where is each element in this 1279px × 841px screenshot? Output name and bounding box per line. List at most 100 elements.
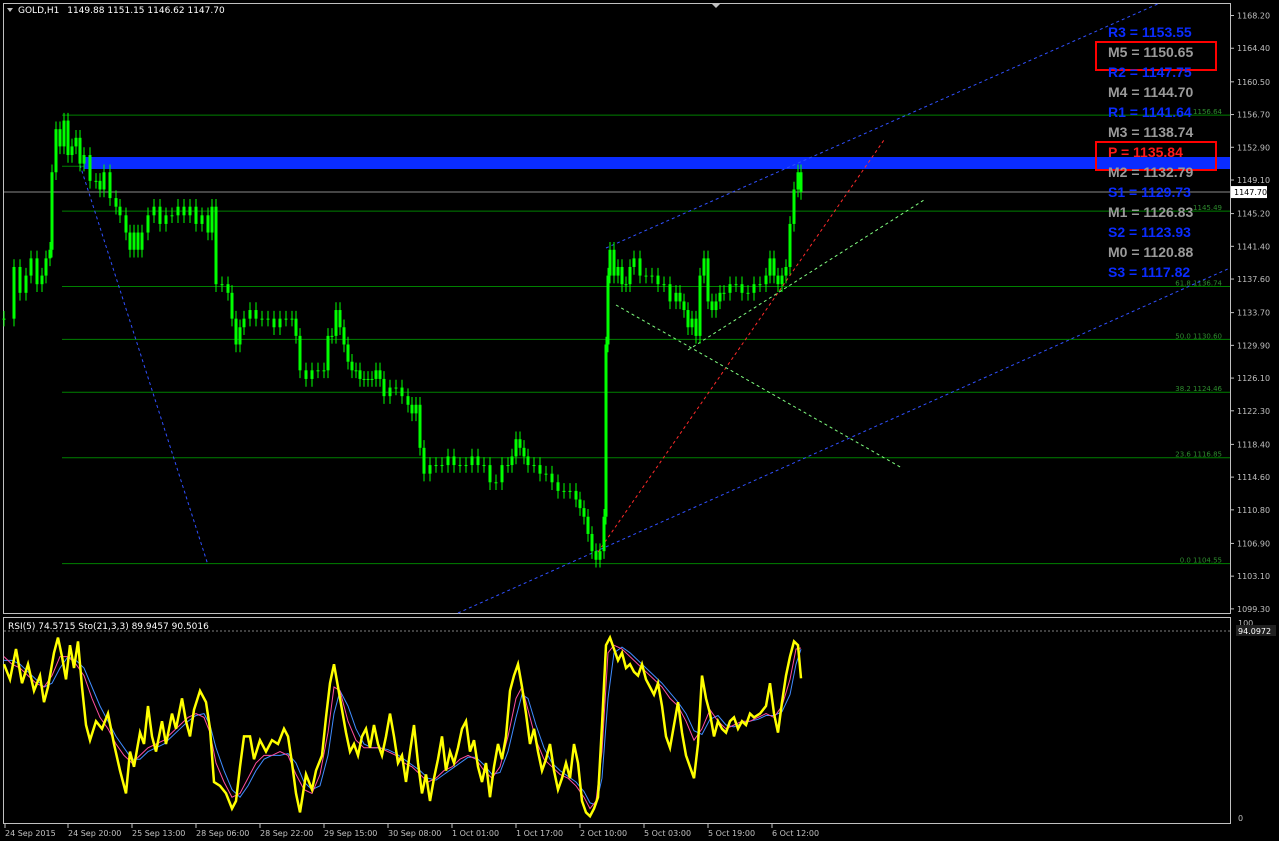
candle-body bbox=[304, 370, 308, 379]
candle-body bbox=[298, 335, 302, 371]
y-axis-label: 1156.70 bbox=[1237, 111, 1270, 120]
pivot-level-label: M0 = 1120.88 bbox=[1108, 244, 1193, 260]
candle-body bbox=[532, 465, 536, 467]
candle-body bbox=[330, 335, 334, 337]
candle-body bbox=[44, 258, 48, 276]
candle-body bbox=[598, 551, 602, 560]
candle-body bbox=[54, 129, 58, 173]
candle-body bbox=[88, 155, 92, 181]
x-axis-label: 25 Sep 13:00 bbox=[132, 829, 185, 838]
candle-body bbox=[470, 456, 474, 466]
fib-level-label: 50.0 1130.60 bbox=[1175, 332, 1222, 340]
candle-body bbox=[428, 465, 432, 474]
x-axis-label: 28 Sep 22:00 bbox=[260, 829, 313, 838]
candle-body bbox=[170, 215, 174, 217]
candle-body bbox=[734, 284, 738, 286]
pivot-level-label: M1 = 1126.83 bbox=[1108, 204, 1193, 220]
candle-body bbox=[574, 490, 578, 500]
ohlc-values: 1149.88 1151.15 1146.62 1147.70 bbox=[67, 6, 225, 16]
candle-body bbox=[758, 284, 762, 286]
candle-body bbox=[632, 258, 636, 267]
x-axis-label: 1 Oct 17:00 bbox=[516, 829, 563, 838]
candle-body bbox=[66, 120, 70, 156]
candle-body bbox=[446, 456, 450, 466]
pivot-level-label: S1 = 1129.73 bbox=[1108, 184, 1191, 200]
x-axis-label: 5 Oct 19:00 bbox=[708, 829, 755, 838]
x-axis-label: 28 Sep 06:00 bbox=[196, 829, 249, 838]
candle-body bbox=[50, 172, 54, 250]
candle-body bbox=[24, 275, 28, 293]
candle-body bbox=[362, 378, 366, 380]
candle-body bbox=[358, 370, 362, 379]
candle-body bbox=[35, 258, 39, 285]
candle-body bbox=[544, 473, 548, 475]
candle-body bbox=[686, 310, 690, 328]
candle-body bbox=[132, 232, 136, 250]
candle-body bbox=[70, 146, 74, 156]
candle-body bbox=[714, 301, 718, 311]
y-axis-label: 1106.90 bbox=[1237, 539, 1270, 548]
candle-body bbox=[108, 172, 112, 199]
candle-body bbox=[616, 266, 620, 276]
candle-body bbox=[102, 172, 106, 190]
candle-body bbox=[118, 206, 122, 216]
candle-body bbox=[638, 258, 642, 276]
candle-body bbox=[620, 266, 624, 285]
pivot-level-label: M4 = 1144.70 bbox=[1108, 84, 1193, 100]
candle-body bbox=[146, 215, 150, 233]
y-axis-label: 1137.60 bbox=[1237, 275, 1270, 284]
candle-body bbox=[526, 456, 530, 466]
candle-body bbox=[78, 137, 82, 164]
candle-body bbox=[488, 465, 492, 483]
x-axis-label: 5 Oct 03:00 bbox=[644, 829, 691, 838]
candle-body bbox=[776, 275, 780, 285]
pivot-zone-band bbox=[84, 157, 1230, 169]
candle-body bbox=[388, 387, 392, 397]
indicator-label: RSI(5) 74.5715 Sto(21,3,3) 89.9457 90.50… bbox=[8, 622, 209, 632]
candle-body bbox=[606, 275, 610, 345]
symbol-timeframe-label: GOLD,H1 bbox=[18, 6, 59, 16]
candle-body bbox=[322, 370, 326, 372]
candle-body bbox=[710, 301, 714, 311]
candle-body bbox=[98, 180, 102, 190]
candle-body bbox=[316, 370, 320, 372]
candle-body bbox=[434, 465, 438, 467]
candle-body bbox=[476, 456, 480, 466]
pivot-level-label: R2 = 1147.75 bbox=[1108, 64, 1192, 80]
y-axis-label: 1141.40 bbox=[1237, 242, 1270, 251]
pivot-level-label: R3 = 1153.55 bbox=[1108, 24, 1192, 40]
candle-body bbox=[788, 223, 792, 267]
candle-body bbox=[678, 292, 682, 302]
candle-body bbox=[718, 292, 722, 302]
candle-body bbox=[628, 266, 632, 285]
candle-body bbox=[226, 284, 230, 293]
candle-body bbox=[538, 465, 542, 474]
pivot-level-label: M3 = 1138.74 bbox=[1108, 124, 1193, 140]
candle-body bbox=[140, 232, 144, 250]
candle-body bbox=[768, 258, 772, 276]
candle-body bbox=[400, 387, 404, 397]
candle-body bbox=[608, 249, 612, 276]
candle-body bbox=[338, 310, 342, 328]
candle-body bbox=[82, 155, 86, 164]
candle-body bbox=[406, 396, 410, 405]
indicator-current-label: 94.0972 bbox=[1238, 627, 1271, 636]
x-axis-label: 30 Sep 08:00 bbox=[388, 829, 441, 838]
candle-body bbox=[556, 482, 560, 491]
candle-body bbox=[238, 327, 242, 345]
candle-body bbox=[764, 275, 768, 285]
candle-body bbox=[206, 215, 210, 233]
candle-body bbox=[506, 465, 510, 467]
candle-body bbox=[242, 318, 246, 328]
candle-body bbox=[612, 249, 616, 276]
x-axis-label: 24 Sep 2015 bbox=[5, 829, 56, 838]
y-axis-label: 1129.90 bbox=[1237, 341, 1270, 350]
candle-body bbox=[290, 318, 294, 320]
candle-body bbox=[164, 215, 168, 224]
y-axis-label: 1122.30 bbox=[1237, 407, 1270, 416]
candle-body bbox=[366, 378, 370, 380]
candle-body bbox=[500, 465, 504, 483]
candle-body bbox=[604, 344, 608, 517]
candle-body bbox=[422, 447, 426, 474]
candle-body bbox=[582, 508, 586, 517]
